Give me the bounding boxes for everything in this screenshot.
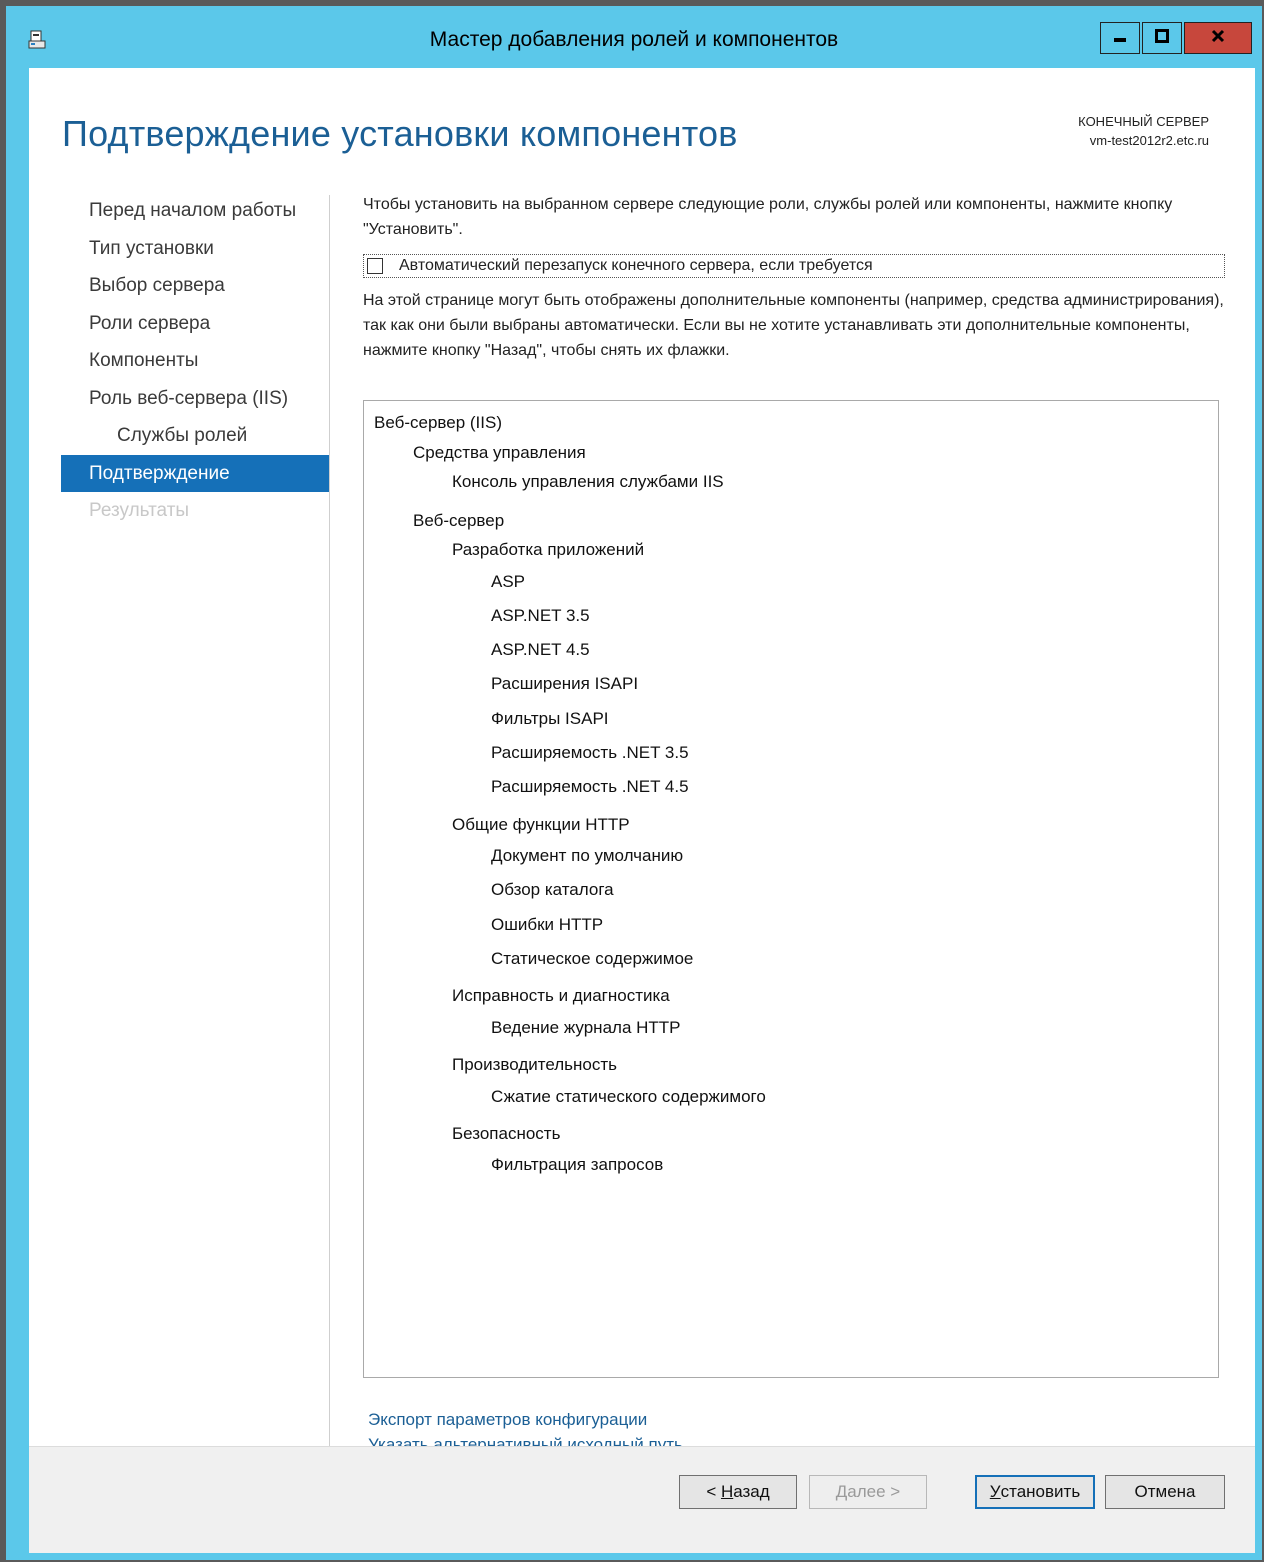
nav-step-item[interactable]: Перед началом работы [61,192,329,230]
maximize-button[interactable] [1142,22,1182,54]
maximize-icon [1155,28,1169,48]
wizard-window: Мастер добавления ролей и компонентов По… [6,6,1262,1560]
close-icon [1211,29,1225,48]
component-item: Общие функции HTTP [452,814,630,834]
wizard-client-area: Подтверждение установки компонентов КОНЕ… [29,68,1255,1553]
additional-features-note: На этой странице могут быть отображены д… [363,292,1224,359]
nav-step-item[interactable]: Роли сервера [61,305,329,343]
component-item: Сжатие статического содержимого [491,1086,766,1106]
nav-step-item[interactable]: Роль веб-сервера (IIS) [61,380,329,418]
destination-server-label: КОНЕЧНЫЙ СЕРВЕР [1078,114,1209,129]
back-accesskey: Н [720,1482,734,1501]
component-item: Веб-сервер (IIS) [374,413,502,432]
component-item: Расширяемость .NET 4.5 [491,777,689,797]
close-button[interactable] [1184,22,1252,54]
component-item: ASP.NET 4.5 [491,640,590,660]
nav-step-item[interactable]: Подтверждение [61,454,329,492]
component-item: Расширения ISAPI [491,674,639,694]
back-button[interactable]: < Назад [679,1475,797,1509]
auto-restart-checkbox[interactable] [367,258,383,274]
next-button[interactable]: Далее > [809,1475,927,1509]
content-panel: Чтобы установить на выбранном сервере сл… [363,192,1233,1454]
minimize-icon [1113,29,1127,48]
component-item: ASP.NET 3.5 [491,605,590,625]
auto-restart-option[interactable]: Автоматический перезапуск конечного серв… [363,254,1225,278]
component-item: Консоль управления службами IIS [452,472,724,491]
component-item: Средства управления [413,442,586,462]
component-item: Расширяемость .NET 3.5 [491,742,689,762]
component-item: Разработка приложений [452,540,645,559]
component-item: Исправность и диагностика [452,986,670,1006]
component-item: ASP [491,571,526,591]
component-item: Фильтрация запросов [491,1155,664,1175]
next-accesskey: Д [835,1482,848,1501]
component-item: Производительность [452,1055,618,1075]
component-item: Статическое содержимое [491,948,694,968]
nav-step-item[interactable]: Выбор сервера [61,267,329,305]
page-title: Подтверждение установки компонентов [62,113,738,154]
cancel-button[interactable]: Отмена [1105,1475,1225,1509]
nav-step-item[interactable]: Тип установки [61,230,329,268]
nav-step-item[interactable]: Службы ролей [61,417,329,455]
destination-server: КОНЕЧНЫЙ СЕРВЕР vm-test2012r2.etc.ru [1078,114,1209,148]
components-list[interactable]: Веб-сервер (IIS) Средства управления Консо… [363,400,1219,1378]
title-bar[interactable]: Мастер добавления ролей и компонентов [6,6,1262,68]
window-title: Мастер добавления ролей и компонентов [429,28,839,51]
minimize-button[interactable] [1100,22,1140,54]
back-prefix: < [706,1482,721,1501]
install-label-rest: становить [1000,1482,1081,1501]
install-accesskey: У [989,1482,1001,1501]
nav-step-item: Результаты [89,500,190,521]
intro-text: Чтобы установить на выбранном сервере сл… [363,196,1173,238]
component-item: Документ по умолчанию [491,846,684,866]
button-bar: < Назад Далее > Установить Отмена [29,1446,1255,1553]
back-label-rest: азад [733,1482,770,1501]
component-item: Безопасность [452,1123,561,1143]
destination-server-name: vm-test2012r2.etc.ru [1089,133,1209,148]
component-item: Обзор каталога [491,880,614,900]
component-item: Ошибки HTTP [491,914,604,934]
install-button[interactable]: Установить [975,1475,1095,1509]
export-config-link[interactable]: Экспорт параметров конфигурации [368,1407,683,1432]
nav-divider [329,195,330,1455]
nav-step-item[interactable]: Компоненты [61,342,329,380]
component-item: Веб-сервер [413,510,505,530]
next-label-rest: алее > [847,1482,901,1501]
auto-restart-label[interactable]: Автоматический перезапуск конечного серв… [399,257,873,275]
wizard-steps-nav: Перед началом работы Тип установки Выбор с… [61,192,329,530]
component-item: Ведение журнала HTTP [491,1017,681,1037]
component-item: Фильтры ISAPI [491,708,609,728]
